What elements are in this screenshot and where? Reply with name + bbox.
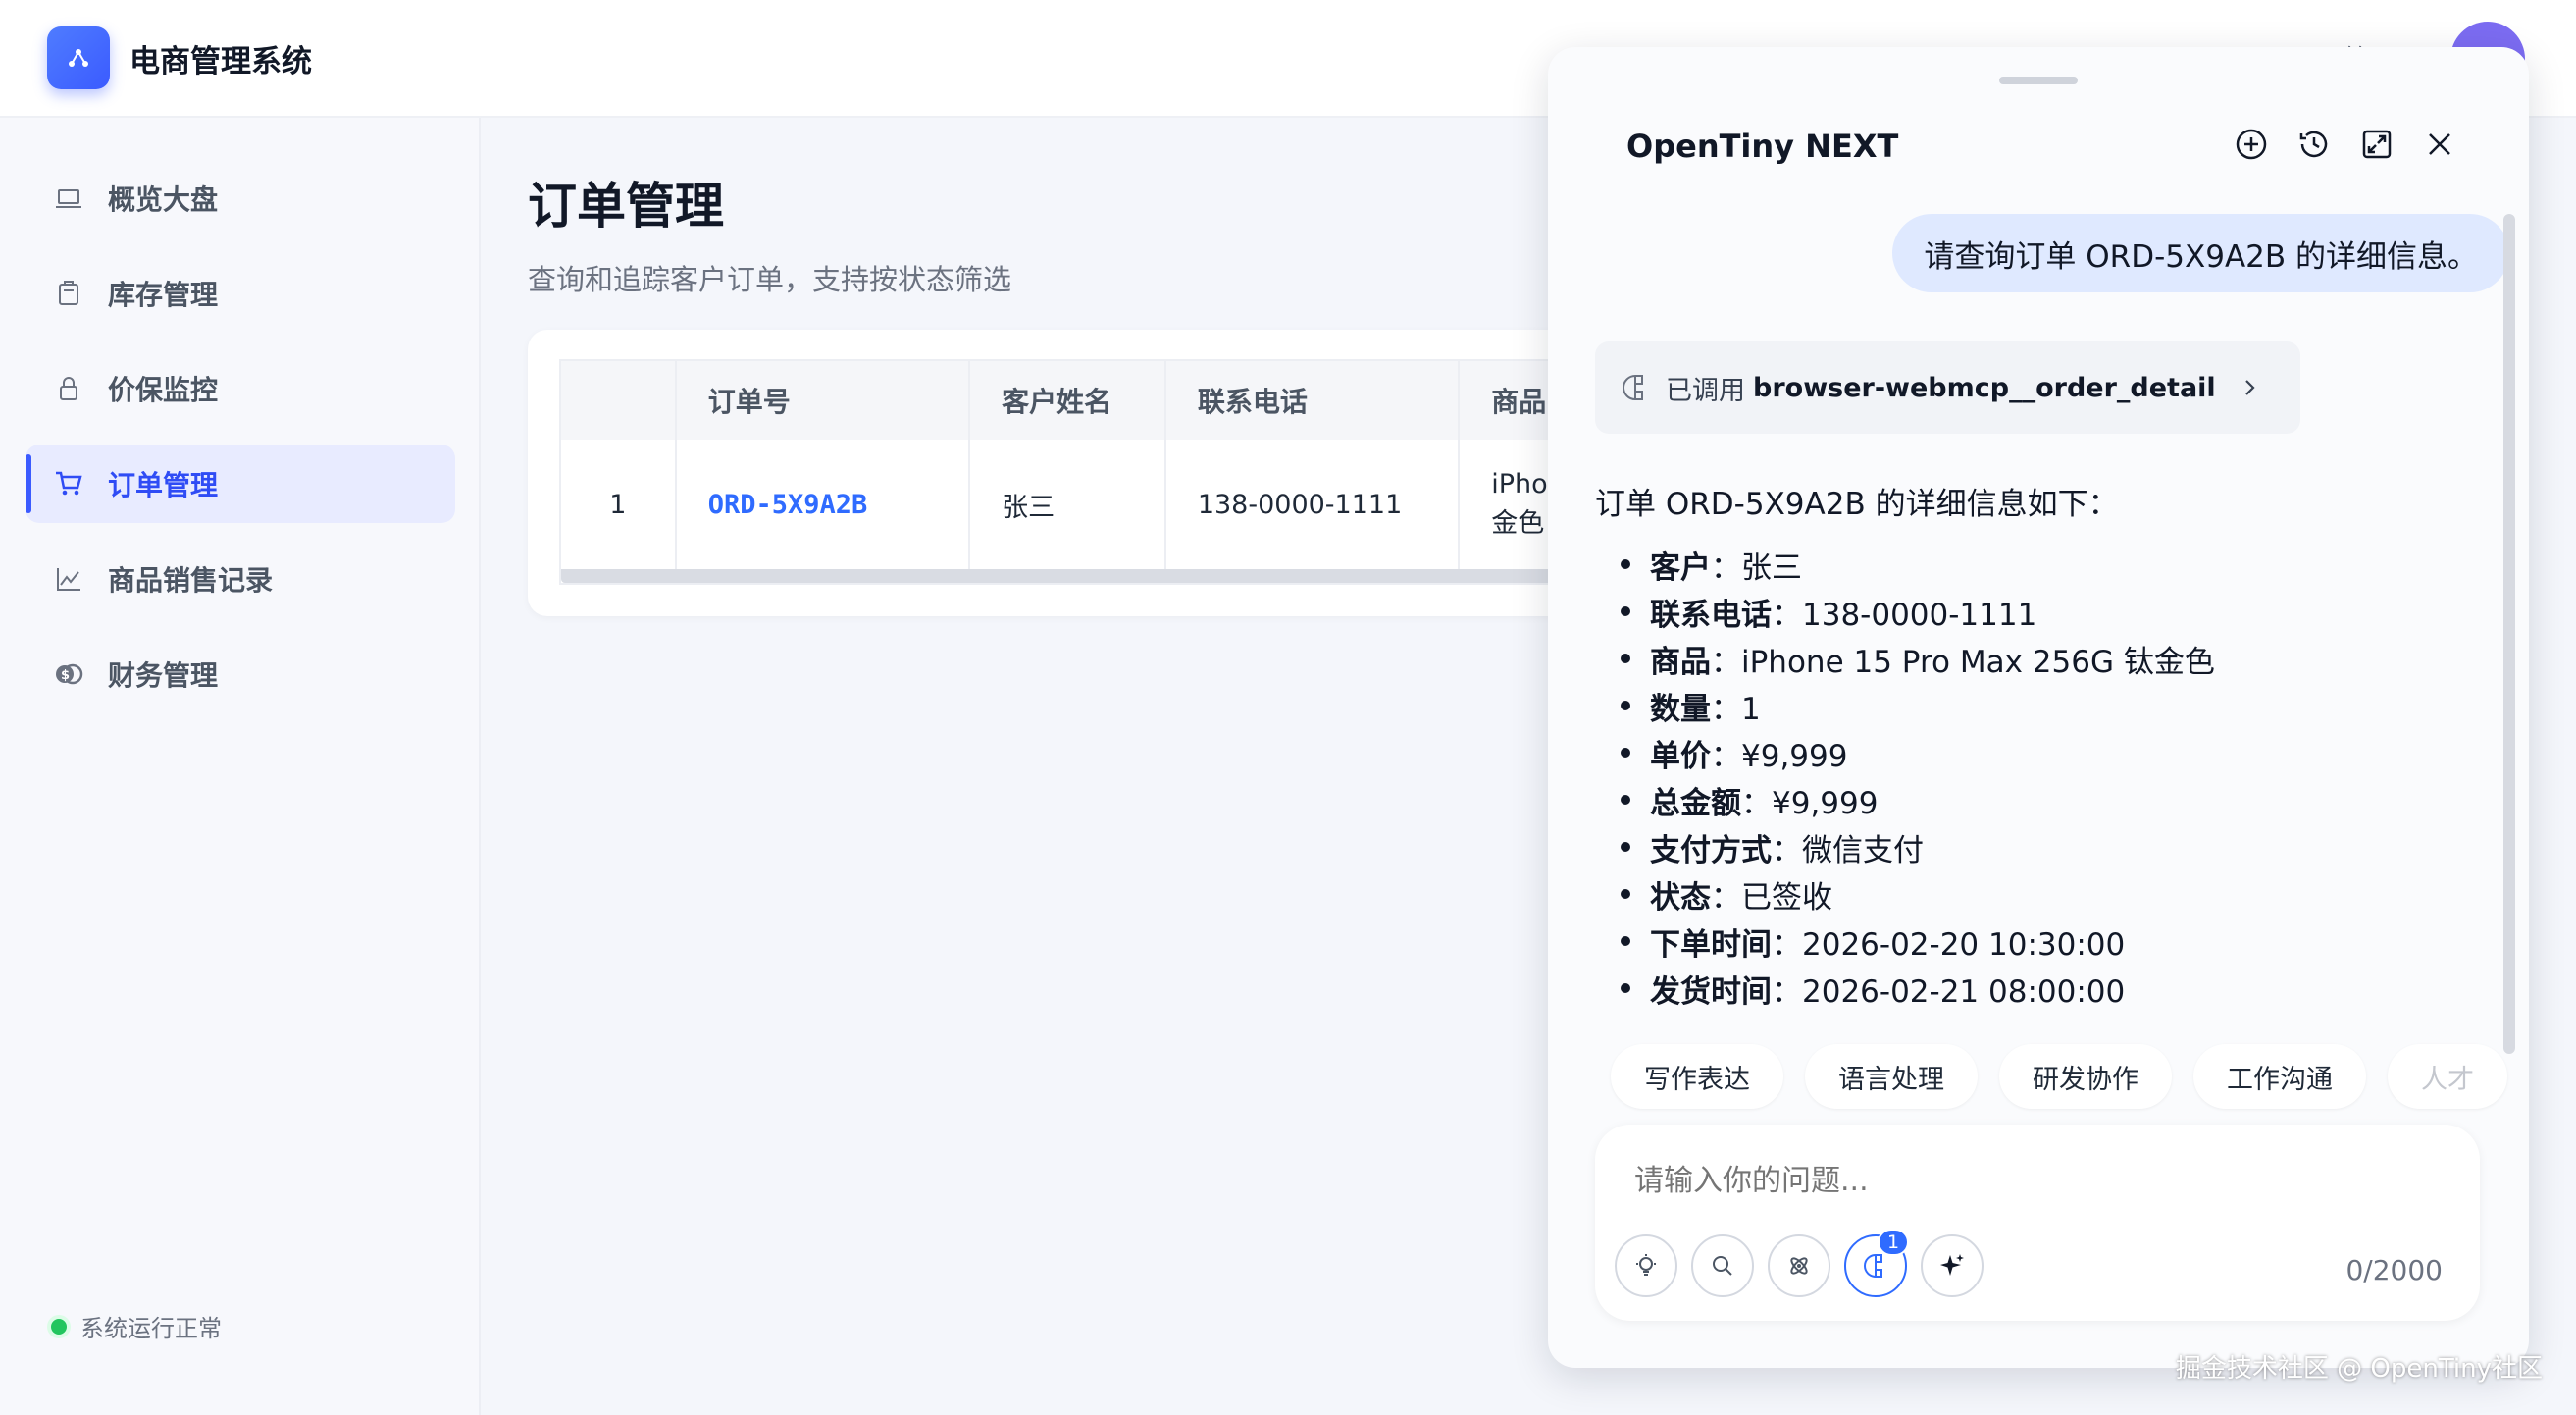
row-index: 1	[561, 440, 677, 569]
watermark: 掘金技术社区 @ OpenTiny社区	[2175, 1354, 2543, 1384]
table-header-customer[interactable]: 客户姓名	[970, 361, 1166, 440]
sidebar: 概览大盘 库存管理 价保监控 订单管理 商品销售记录 $ 财务管理 系统运行正常	[0, 118, 481, 1415]
assistant-panel: OpenTiny NEXT 请查询订单 ORD-5X9A2B 的详细信息。 已调…	[1548, 47, 2529, 1368]
laptop-icon	[51, 181, 86, 216]
expand-icon[interactable]	[2358, 126, 2396, 163]
lock-icon	[51, 371, 86, 406]
customer-cell: 张三	[970, 440, 1166, 569]
sidebar-item-label: 订单管理	[108, 469, 219, 501]
panel-toolbar	[2233, 126, 2458, 163]
table-horizontal-scrollbar[interactable]	[561, 569, 1607, 583]
suggestion-chip-language[interactable]: 语言处理	[1805, 1044, 1978, 1109]
svg-text:$: $	[61, 668, 70, 683]
list-item: 单价 ：¥9,999	[1621, 729, 2478, 776]
page-title: 订单管理	[528, 178, 724, 235]
orders-table: 订单号 客户姓名 联系电话 商品 1 ORD-5X9A2B 张三 138-000…	[559, 359, 1607, 585]
suggestion-chip-talent[interactable]: 人才	[2388, 1044, 2507, 1109]
suggestion-chip-writing[interactable]: 写作表达	[1611, 1044, 1783, 1109]
product-line: iPho	[1491, 469, 1548, 499]
list-item: 发货时间 ：2026-02-21 08:00:00	[1621, 965, 2478, 1012]
list-item: 商品 ：iPhone 15 Pro Max 256G 钛金色	[1621, 635, 2478, 682]
sidebar-item-sales-records[interactable]: 商品销售记录	[26, 540, 455, 618]
order-no-cell: ORD-5X9A2B	[677, 440, 971, 569]
table-header-index	[561, 361, 677, 440]
sidebar-item-price-protection[interactable]: 价保监控	[26, 349, 455, 428]
coins-icon: $	[51, 656, 86, 692]
list-item: 下单时间 ：2026-02-20 10:30:00	[1621, 917, 2478, 965]
app-logo-icon[interactable]	[47, 26, 110, 89]
order-no-link[interactable]: ORD-5X9A2B	[708, 490, 868, 520]
history-icon[interactable]	[2295, 126, 2333, 163]
tool-call-name: browser-webmcp__order_detail	[1753, 372, 2216, 403]
order-detail-list: 客户 ：张三 联系电话 ：138-0000-1111 商品 ：iPhone 15 Pr…	[1595, 541, 2478, 1012]
chat-input[interactable]	[1634, 1164, 2419, 1198]
list-item: 支付方式 ：微信支付	[1621, 823, 2478, 870]
phone-cell: 138-0000-1111	[1166, 440, 1461, 569]
plugin-toggle[interactable]: 1	[1844, 1229, 1909, 1297]
plugin-icon	[1619, 371, 1652, 404]
sidebar-item-finance[interactable]: $ 财务管理	[26, 635, 455, 713]
tool-call-prefix: 已调用	[1666, 375, 1745, 406]
orders-card: 订单号 客户姓名 联系电话 商品 1 ORD-5X9A2B 张三 138-000…	[528, 330, 1607, 616]
sidebar-item-label: 财务管理	[108, 659, 219, 692]
list-item: 客户 ：张三	[1621, 541, 2478, 588]
system-status-text: 系统运行正常	[80, 1315, 222, 1342]
suggestion-chip-communication[interactable]: 工作沟通	[2193, 1044, 2366, 1109]
list-item: 状态 ：已签收	[1621, 870, 2478, 917]
table-header-row: 订单号 客户姓名 联系电话 商品	[561, 361, 1607, 440]
chat-scrollbar[interactable]	[2503, 214, 2515, 1054]
chart-line-icon	[51, 561, 86, 597]
tool-call-chip[interactable]: 已调用 browser-webmcp__order_detail	[1595, 341, 2300, 434]
assistant-title: OpenTiny NEXT	[1626, 128, 1899, 165]
list-item: 总金额 ：¥9,999	[1621, 776, 2478, 823]
sidebar-item-overview[interactable]: 概览大盘	[26, 159, 455, 237]
new-chat-icon[interactable]	[2233, 126, 2270, 163]
chevron-right-icon	[2241, 376, 2259, 399]
table-header-phone[interactable]: 联系电话	[1166, 361, 1461, 440]
char-counter: 0/2000	[2345, 1254, 2443, 1286]
sidebar-item-orders[interactable]: 订单管理	[26, 445, 455, 523]
main-content: 订单管理 查询和追踪客户订单，支持按状态筛选	[528, 167, 1011, 298]
sidebar-item-label: 商品销售记录	[108, 564, 274, 597]
atom-icon[interactable]	[1768, 1234, 1830, 1297]
app-title: 电商管理系统	[129, 43, 312, 79]
lightbulb-icon[interactable]	[1615, 1234, 1677, 1297]
sidebar-item-inventory[interactable]: 库存管理	[26, 254, 455, 333]
sparkle-icon[interactable]	[1921, 1234, 1984, 1297]
assistant-answer: 订单 ORD-5X9A2B 的详细信息如下： 客户 ：张三 联系电话 ：138-00…	[1595, 479, 2478, 1012]
clipboard-icon	[51, 276, 86, 311]
system-status: 系统运行正常	[51, 1309, 222, 1343]
table-header-order-no[interactable]: 订单号	[677, 361, 971, 440]
search-icon[interactable]	[1691, 1234, 1754, 1297]
sidebar-item-label: 概览大盘	[108, 183, 219, 216]
sidebar-item-label: 库存管理	[108, 279, 219, 311]
page-subtitle: 查询和追踪客户订单，支持按状态筛选	[528, 263, 1012, 296]
list-item: 联系电话 ：138-0000-1111	[1621, 588, 2478, 635]
list-item: 数量 ：1	[1621, 682, 2478, 729]
suggestion-chips: 写作表达 语言处理 研发协作 工作沟通 人才	[1611, 1044, 2507, 1109]
cart-icon	[51, 466, 86, 501]
plugin-icon	[1861, 1251, 1890, 1281]
suggestion-chip-dev[interactable]: 研发协作	[1999, 1044, 2172, 1109]
status-dot-icon	[51, 1318, 67, 1335]
table-row[interactable]: 1 ORD-5X9A2B 张三 138-0000-1111 iPho 金色	[561, 440, 1607, 569]
chat-input-box: 1 0/2000	[1595, 1125, 2480, 1321]
answer-intro: 订单 ORD-5X9A2B 的详细信息如下：	[1595, 487, 2119, 522]
panel-drag-handle[interactable]	[1999, 77, 2078, 84]
plugin-count-badge: 1	[1878, 1229, 1909, 1256]
sidebar-item-label: 价保监控	[108, 374, 219, 406]
product-line: 金色	[1491, 508, 1545, 539]
user-message-bubble: 请查询订单 ORD-5X9A2B 的详细信息。	[1892, 214, 2509, 292]
input-toolbar: 1	[1615, 1229, 1984, 1297]
close-icon[interactable]	[2421, 126, 2458, 163]
